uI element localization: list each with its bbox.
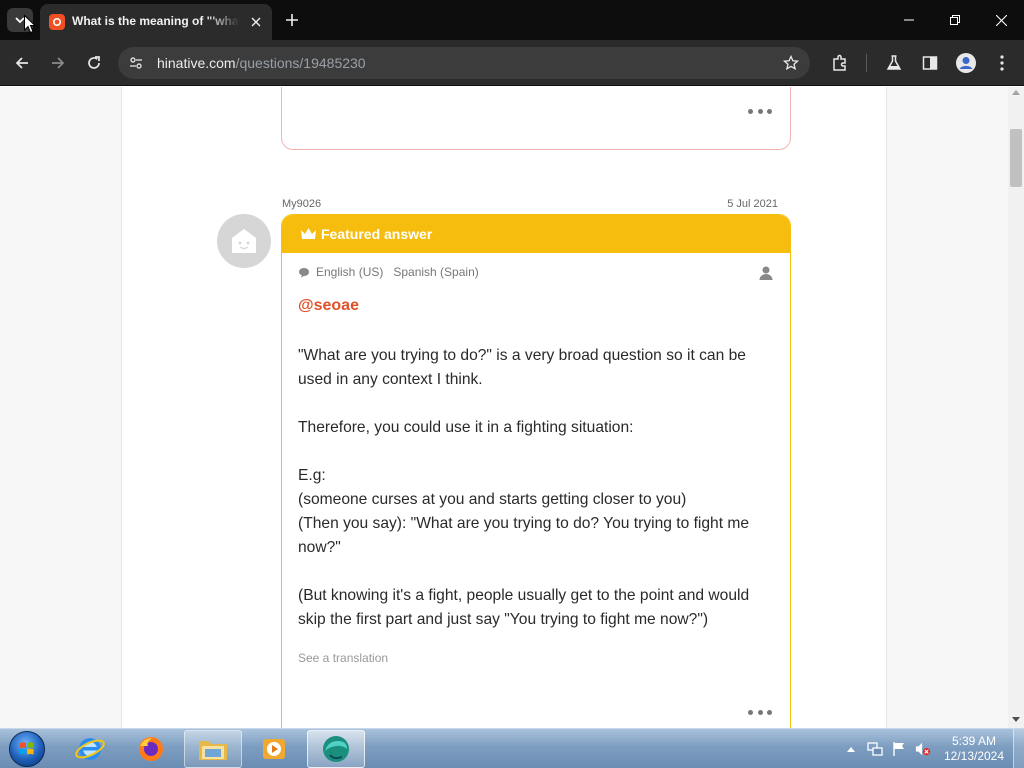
side-panel-icon [922, 56, 938, 70]
edge-browser-icon [323, 736, 349, 762]
back-button[interactable] [8, 49, 36, 77]
minimize-icon [904, 19, 914, 21]
language-native: English (US) [316, 265, 384, 279]
answer-line: E.g: [298, 467, 326, 484]
avatar[interactable] [217, 214, 271, 268]
windows-logo-icon [9, 731, 45, 767]
restore-button[interactable] [932, 0, 978, 40]
labs-button[interactable] [880, 49, 908, 77]
taskbar-internet-explorer[interactable] [61, 730, 119, 768]
network-tray-icon[interactable] [867, 741, 883, 757]
taskbar: 5:39 AM 12/13/2024 [0, 728, 1024, 768]
arrow-left-icon [15, 57, 28, 69]
folder-icon [199, 741, 227, 760]
toolbar-divider [866, 54, 867, 72]
profile-button[interactable] [952, 49, 980, 77]
clock-time: 5:39 AM [951, 734, 997, 748]
minimize-button[interactable] [886, 0, 932, 40]
site-info-icon[interactable] [128, 55, 144, 71]
system-tray [843, 735, 939, 763]
flask-icon [886, 55, 902, 70]
internet-explorer-icon [75, 738, 105, 760]
clock-date: 12/13/2024 [943, 749, 1005, 763]
scrollbar-thumb[interactable] [1010, 129, 1022, 187]
taskbar-firefox[interactable] [122, 730, 180, 768]
featured-answer-label: Featured answer [321, 226, 433, 242]
crown-icon [301, 228, 316, 239]
answer-more-options-button[interactable] [748, 708, 772, 716]
show-desktop-button[interactable] [1013, 729, 1024, 768]
bookmark-button[interactable] [780, 52, 802, 74]
url-host: hinative.com [157, 55, 236, 71]
network-icon [867, 742, 883, 756]
close-window-button[interactable] [978, 0, 1024, 40]
more-options-button[interactable] [748, 107, 772, 115]
more-vertical-icon [1000, 55, 1004, 71]
title-bar: What is the meaning of "'what [0, 0, 1024, 40]
scroll-down-arrow-icon[interactable] [1012, 717, 1020, 722]
url-text: hinative.com/questions/19485230 [157, 55, 366, 71]
extensions-button[interactable] [826, 49, 854, 77]
mention-link[interactable]: @seoae [298, 297, 359, 315]
user-icon[interactable] [758, 265, 774, 281]
mouse-cursor-icon [24, 15, 36, 34]
tab-title: What is the meaning of "'what [72, 14, 240, 28]
scroll-up-arrow-icon[interactable] [1012, 90, 1020, 95]
previous-answer-card [281, 87, 791, 150]
new-tab-button[interactable] [282, 10, 302, 30]
answer-date: 5 Jul 2021 [727, 198, 778, 210]
media-player-icon [263, 739, 285, 759]
star-icon [783, 55, 799, 71]
account-icon [956, 53, 976, 73]
default-avatar-icon [232, 229, 256, 253]
puzzle-icon [833, 54, 846, 71]
browser-toolbar: hinative.com/questions/19485230 [0, 40, 1024, 86]
volume-tray-icon[interactable] [915, 741, 931, 757]
show-hidden-icons-button[interactable] [843, 741, 859, 757]
featured-answer-banner: Featured answer [282, 215, 790, 253]
answer-body: "What are you trying to do?" is a very b… [298, 344, 774, 632]
answer-paragraph: "What are you trying to do?" is a very b… [298, 347, 746, 388]
menu-button[interactable] [988, 49, 1016, 77]
volume-muted-icon [915, 742, 931, 756]
reload-icon [88, 56, 100, 69]
flag-icon [893, 742, 904, 756]
page-viewport: My9026 5 Jul 2021 Featured answer Englis… [0, 87, 1008, 728]
start-button[interactable] [7, 730, 47, 768]
see-translation-link[interactable]: See a translation [298, 651, 388, 665]
close-icon [251, 17, 261, 27]
chevron-up-icon [847, 747, 855, 752]
featured-answer-card: Featured answer English (US) Spanish (Spa… [281, 214, 791, 728]
answer-paragraph: Therefore, you could use it in a fightin… [298, 419, 634, 436]
plus-icon [286, 14, 298, 26]
address-bar[interactable]: hinative.com/questions/19485230 [118, 47, 810, 79]
taskbar-clock[interactable]: 5:39 AM 12/13/2024 [938, 734, 1010, 764]
reload-button[interactable] [80, 49, 108, 77]
forward-button[interactable] [44, 49, 72, 77]
speech-bubble-icon [299, 268, 309, 278]
tab-close-button[interactable] [246, 12, 266, 32]
url-path: /questions/19485230 [235, 55, 366, 71]
answer-line: (Then you say): "What are you trying to … [298, 515, 750, 556]
firefox-icon [139, 737, 163, 761]
close-icon [995, 14, 1007, 26]
restore-icon [950, 15, 960, 25]
taskbar-browser-active[interactable] [307, 730, 365, 768]
language-learning: Spanish (Spain) [393, 265, 479, 279]
taskbar-file-explorer[interactable] [184, 730, 242, 768]
arrow-right-icon [52, 57, 65, 69]
language-row: English (US) Spanish (Spain) [298, 265, 479, 281]
page-scrollbar[interactable] [1008, 87, 1024, 728]
taskbar-media-player[interactable] [245, 730, 303, 768]
action-center-tray-icon[interactable] [891, 741, 907, 757]
answer-username[interactable]: My9026 [282, 198, 321, 210]
browser-tab[interactable]: What is the meaning of "'what [40, 4, 272, 40]
hinative-favicon-icon [49, 14, 65, 30]
side-panel-button[interactable] [916, 49, 944, 77]
answer-line: (someone curses at you and starts gettin… [298, 491, 687, 508]
answer-paragraph: (But knowing it's a fight, people usuall… [298, 587, 750, 628]
